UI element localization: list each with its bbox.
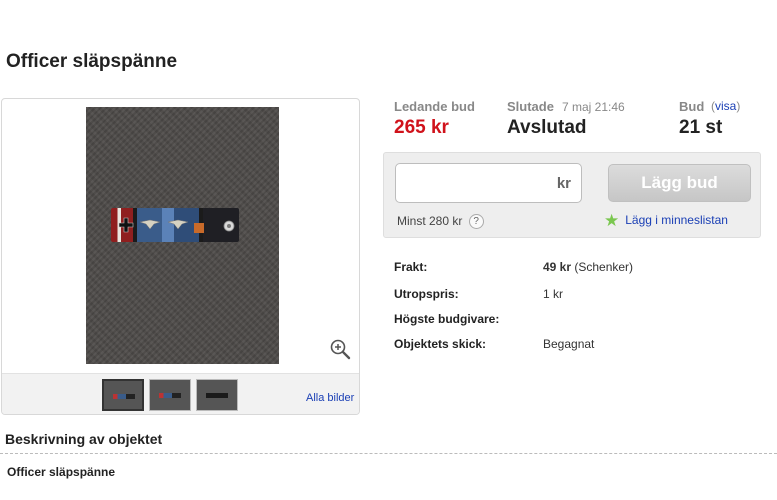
leading-bid-value: 265 kr — [394, 117, 449, 138]
thumbnail-1[interactable] — [102, 379, 144, 411]
oak-leaf-device-icon — [194, 223, 204, 233]
zoom-in-icon[interactable] — [329, 338, 351, 360]
bids-count: 21 st — [679, 117, 723, 138]
star-icon: ★ — [604, 211, 620, 230]
shipping-label: Frakt: — [394, 260, 428, 274]
bids-label: Bud — [679, 99, 705, 114]
eagle-emblem-icon — [139, 219, 161, 230]
shipping-price: 49 kr — [543, 260, 572, 274]
place-bid-button[interactable]: Lägg bud — [608, 164, 751, 202]
minimum-bid: Minst 280 kr ? — [397, 214, 484, 230]
description-body: Officer släpspänne — [7, 465, 116, 479]
paren-close: ) — [736, 99, 741, 113]
starting-price-value: 1 kr — [543, 287, 564, 301]
main-product-image[interactable] — [86, 107, 279, 364]
item-title: Officer släpspänne — [6, 51, 178, 72]
star-badge-icon — [223, 220, 235, 232]
auction-status: Avslutad — [507, 117, 587, 138]
starting-price-label: Utropspris: — [394, 287, 459, 301]
add-to-watchlist-link[interactable]: ★ Lägg i minneslistan — [604, 211, 728, 231]
watchlist-label: Lägg i minneslistan — [625, 213, 728, 228]
bids-link-wrapper: (visa) — [711, 99, 740, 113]
image-gallery: Alla bilder — [1, 98, 360, 415]
minimum-bid-text: Minst 280 kr — [397, 214, 463, 228]
help-icon[interactable]: ? — [468, 214, 484, 230]
show-bids-link[interactable]: visa — [715, 99, 736, 113]
ended-label: Slutade — [507, 99, 554, 114]
ended-date: 7 maj 21:46 — [562, 100, 625, 114]
leading-bid-label: Ledande bud — [394, 99, 475, 114]
currency-suffix: kr — [556, 175, 571, 192]
description-heading: Beskrivning av objektet — [5, 431, 163, 447]
all-images-link[interactable]: Alla bilder — [306, 392, 354, 404]
shipping-value: 49 kr (Schenker) — [543, 260, 633, 274]
shipping-carrier: (Schenker) — [571, 260, 634, 274]
thumbnail-2[interactable] — [149, 379, 191, 411]
thumbnail-3[interactable] — [196, 379, 238, 411]
eagle-emblem-icon — [167, 219, 189, 230]
bid-amount-input[interactable]: kr — [395, 163, 582, 203]
bid-form: kr Lägg bud Minst 280 kr ? ★ Lägg i minne… — [383, 152, 761, 238]
cross-emblem-icon — [118, 217, 134, 233]
condition-value: Begagnat — [543, 337, 595, 351]
condition-label: Objektets skick: — [394, 337, 487, 351]
divider — [0, 453, 777, 454]
highest-bidder-label: Högste budgivare: — [394, 312, 500, 326]
thumbnail-strip: Alla bilder — [2, 373, 359, 414]
